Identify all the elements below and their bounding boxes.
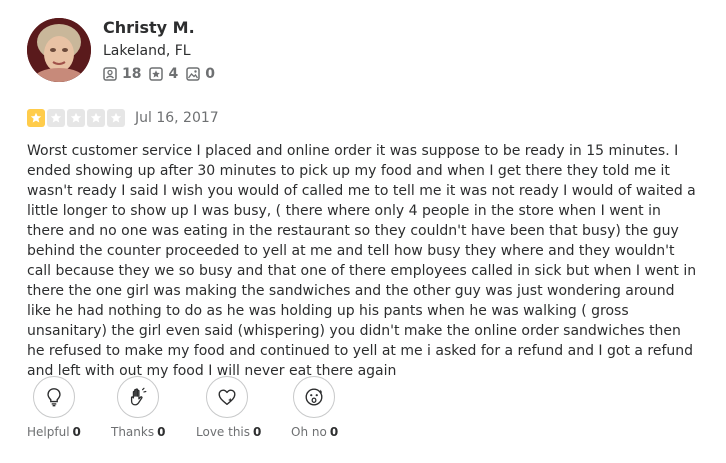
- reviews-count: 4: [168, 66, 179, 82]
- user-location: Lakeland, FL: [103, 43, 191, 59]
- lightbulb-icon: [47, 388, 61, 407]
- reaction-bar: Helpful 0 Thanks 0 Love this 0 Oh no 0: [27, 376, 371, 439]
- oh-no-button[interactable]: [293, 376, 335, 418]
- heart-icon: [218, 389, 236, 406]
- oh-no-label: Oh no 0: [291, 425, 339, 439]
- star-icon: [30, 112, 42, 123]
- love-this-reaction[interactable]: Love this 0: [196, 376, 291, 439]
- photo-icon: [186, 67, 200, 81]
- rating-star: [27, 109, 45, 127]
- avatar[interactable]: [27, 18, 91, 82]
- thanks-label: Thanks 0: [111, 425, 166, 439]
- oh-no-reaction[interactable]: Oh no 0: [291, 376, 371, 439]
- oh-no-face-icon: [305, 388, 323, 406]
- reviews-stat: 4: [149, 66, 178, 82]
- review-text: Worst customer service I placed and onli…: [27, 143, 697, 379]
- rating-star: [47, 109, 65, 127]
- star-icon: [90, 112, 102, 123]
- star-icon: [50, 112, 62, 123]
- helpful-button[interactable]: [33, 376, 75, 418]
- friends-stat: 18: [103, 66, 141, 82]
- review-card: Christy M. Lakeland, FL 18 4 0 Jul 16, 2…: [0, 0, 726, 463]
- star-icon: [110, 112, 122, 123]
- photos-stat: 0: [186, 66, 215, 82]
- thanks-reaction[interactable]: Thanks 0: [111, 376, 196, 439]
- review-star-icon: [149, 67, 164, 81]
- user-stats: 18 4 0: [103, 66, 223, 82]
- user-name[interactable]: Christy M.: [103, 18, 195, 37]
- rating-row: Jul 16, 2017: [27, 109, 219, 127]
- star-rating: [27, 109, 127, 127]
- thanks-button[interactable]: [117, 376, 159, 418]
- helpful-reaction[interactable]: Helpful 0: [27, 376, 111, 439]
- friends-icon: [103, 67, 117, 81]
- star-icon: [70, 112, 82, 123]
- photos-count: 0: [205, 66, 215, 82]
- love-this-button[interactable]: [206, 376, 248, 418]
- rating-star: [87, 109, 105, 127]
- review-date: Jul 16, 2017: [135, 110, 219, 126]
- love-this-label: Love this 0: [196, 425, 262, 439]
- rating-star: [107, 109, 125, 127]
- wave-hand-icon: [130, 387, 147, 406]
- rating-star: [67, 109, 85, 127]
- helpful-label: Helpful 0: [27, 425, 81, 439]
- friends-count: 18: [122, 66, 142, 82]
